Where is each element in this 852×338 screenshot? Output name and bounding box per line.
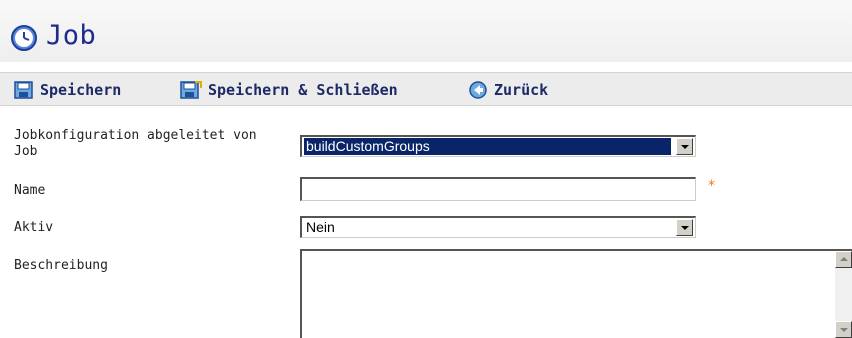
back-arrow-icon [469,81,487,99]
name-label: Name [14,183,46,198]
chevron-down-icon[interactable] [676,219,693,236]
scroll-down-icon[interactable] [835,321,852,338]
job-config-label: Jobkonfiguration abgeleitet von Job [14,128,257,159]
back-button[interactable]: Zurück [468,79,548,101]
active-value: Nein [306,219,335,235]
chevron-down-icon[interactable] [676,138,693,155]
save-icon [14,81,33,99]
scroll-up-icon[interactable] [835,251,852,268]
save-label: Speichern [40,81,122,99]
save-and-close-label: Speichern & Schließen [208,81,398,99]
description-scrollbar[interactable] [835,251,852,338]
back-label: Zurück [494,81,549,99]
description-textarea[interactable] [300,249,852,338]
toolbar: Speichern Speichern & Schließen Zurück [0,72,852,106]
required-marker: * [708,178,715,194]
clock-icon [11,25,37,51]
save-button[interactable]: Speichern [14,79,121,101]
active-label: Aktiv [14,220,54,235]
page-header: Job [0,0,852,62]
save-and-close-button[interactable]: Speichern & Schließen [180,79,398,101]
description-label: Beschreibung [14,258,108,273]
active-select[interactable]: Nein [300,216,696,238]
save-close-icon [180,81,202,99]
job-config-value: buildCustomGroups [304,138,671,155]
page-title: Job [46,20,97,51]
name-input[interactable] [300,177,696,201]
job-config-select[interactable]: buildCustomGroups [300,135,696,157]
